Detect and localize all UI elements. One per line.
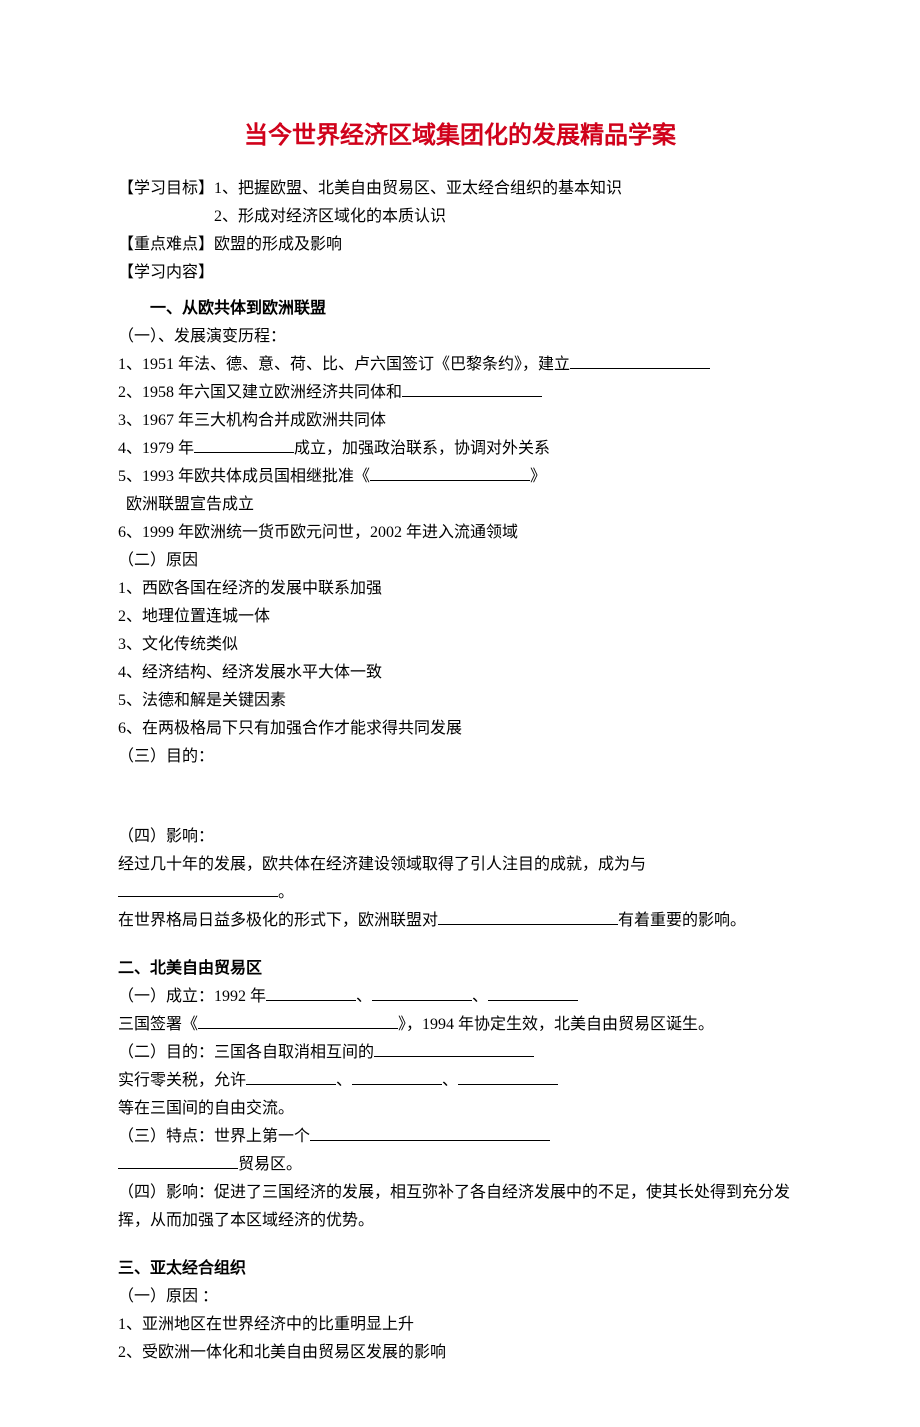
sec1-reason4: 4、经济结构、经济发展水平大体一致 — [118, 659, 802, 687]
sec1-reason1: 1、西欧各国在经济的发展中联系加强 — [118, 575, 802, 603]
section3-heading: 三、亚太经合组织 — [118, 1255, 802, 1283]
sec2-i2a: （二）目的：三国各自取消相互间的 — [118, 1044, 374, 1061]
sec2-item1-line1: （一）成立：1992 年 、 、 — [118, 983, 802, 1011]
sec1-effect-line2: 在世界格局日益多极化的形式下，欧洲联盟对 有着重要的影响。 — [118, 907, 802, 935]
objectives-line-1: 【学习目标】1、把握欧盟、北美自由贸易区、亚太经合组织的基本知识 — [118, 175, 802, 203]
blank-input[interactable] — [266, 984, 356, 1001]
objective-1: 1、把握欧盟、北美自由贸易区、亚太经合组织的基本知识 — [214, 180, 622, 197]
sec2-item2-line3: 等在三国间的自由交流。 — [118, 1095, 802, 1123]
sec2-item3-line1: （三）特点：世界上第一个 — [118, 1123, 802, 1151]
blank-input[interactable] — [488, 984, 578, 1001]
sec3-reason1: 1、亚洲地区在世界经济中的比重明显上升 — [118, 1311, 802, 1339]
section2-heading: 二、北美自由贸易区 — [118, 955, 802, 983]
sec1-sub1-label: （一）、发展演变历程： — [118, 323, 802, 351]
blank-input[interactable] — [246, 1068, 336, 1085]
blank-input[interactable] — [438, 908, 618, 925]
sec1-item4-text-b: 成立，加强政治联系，协调对外关系 — [294, 440, 550, 457]
sec1-item1: 1、1951 年法、德、意、荷、比、卢六国签订《巴黎条约》，建立 — [118, 351, 802, 379]
blank-input[interactable] — [118, 880, 278, 897]
sec2-i2b: 实行零关税，允许 — [118, 1072, 246, 1089]
sec1-reason5: 5、法德和解是关键因素 — [118, 687, 802, 715]
spacer — [118, 771, 802, 823]
blank-input[interactable] — [374, 1040, 534, 1057]
section1-heading: 一、从欧共体到欧洲联盟 — [118, 295, 802, 323]
sec2-item2-line1: （二）目的：三国各自取消相互间的 — [118, 1039, 802, 1067]
sec1-effect-line1: 经过几十年的发展，欧共体在经济建设领域取得了引人注目的成就，成为与。 — [118, 851, 802, 907]
spacer — [118, 935, 802, 947]
blank-input[interactable] — [402, 380, 542, 397]
sec1-item5-text-a: 5、1993 年欧共体成员国相继批准《 — [118, 468, 370, 485]
sec1-effect2-text-b: 有着重要的影响。 — [618, 912, 746, 929]
sec2-i3b: 贸易区。 — [238, 1156, 302, 1173]
blank-input[interactable] — [198, 1012, 398, 1029]
sec1-item2-text: 2、1958 年六国又建立欧洲经济共同体和 — [118, 384, 402, 401]
sec3-sub1-label: （一）原因 ： — [118, 1283, 802, 1311]
sec1-effect1-text-a: 经过几十年的发展，欧共体在经济建设领域取得了引人注目的成就，成为与 — [118, 856, 646, 873]
blank-input[interactable] — [458, 1068, 558, 1085]
sec2-item1-line2: 三国签署《 》，1994 年协定生效，北美自由贸易区诞生。 — [118, 1011, 802, 1039]
blank-input[interactable] — [194, 436, 294, 453]
sec1-reason2: 2、地理位置连城一体 — [118, 603, 802, 631]
document-page: 当今世界经济区域集团化的发展精品学案 【学习目标】1、把握欧盟、北美自由贸易区、… — [0, 0, 920, 1427]
sep: 、 — [442, 1072, 458, 1089]
sec1-item2: 2、1958 年六国又建立欧洲经济共同体和 — [118, 379, 802, 407]
sec1-reason3: 3、文化传统类似 — [118, 631, 802, 659]
focus-label: 【重点难点】 — [118, 236, 214, 253]
sec1-effect2-text-a: 在世界格局日益多极化的形式下，欧洲联盟对 — [118, 912, 438, 929]
blank-input[interactable] — [352, 1068, 442, 1085]
focus-text: 欧盟的形成及影响 — [214, 236, 342, 253]
blank-input[interactable] — [570, 352, 710, 369]
sec1-item6: 6、1999 年欧洲统一货币欧元问世，2002 年进入流通领域 — [118, 519, 802, 547]
sec2-i3a: （三）特点：世界上第一个 — [118, 1128, 310, 1145]
content-label: 【学习内容】 — [118, 259, 802, 287]
sec1-item5-text-c: 欧洲联盟宣告成立 — [126, 496, 254, 513]
focus-line: 【重点难点】欧盟的形成及影响 — [118, 231, 802, 259]
sec1-item3: 3、1967 年三大机构合并成欧洲共同体 — [118, 407, 802, 435]
sec1-reason6: 6、在两极格局下只有加强合作才能求得共同发展 — [118, 715, 802, 743]
sec2-i1c: 》，1994 年协定生效，北美自由贸易区诞生。 — [398, 1016, 714, 1033]
objective-2: 2、形成对经济区域化的本质认识 — [214, 208, 446, 225]
spacer — [118, 1235, 802, 1247]
blank-input[interactable] — [310, 1124, 550, 1141]
sec2-item3-line2: 贸易区。 — [118, 1151, 802, 1179]
sec1-item5-line2: 欧洲联盟宣告成立 — [118, 491, 802, 519]
sep: 、 — [336, 1072, 352, 1089]
sec1-item1-text: 1、1951 年法、德、意、荷、比、卢六国签订《巴黎条约》，建立 — [118, 356, 570, 373]
blank-input[interactable] — [370, 464, 530, 481]
document-title: 当今世界经济区域集团化的发展精品学案 — [118, 115, 802, 157]
sep: 、 — [472, 988, 488, 1005]
sec1-sub2-label: （二）原因 — [118, 547, 802, 575]
sec2-i1a: （一）成立：1992 年 — [118, 988, 266, 1005]
sec1-effect1-text-b: 。 — [278, 884, 294, 901]
sec1-item5-text-b: 》 — [530, 468, 546, 485]
blank-input[interactable] — [118, 1152, 238, 1169]
sep: 、 — [356, 988, 372, 1005]
sec3-reason2: 2、受欧洲一体化和北美自由贸易区发展的影响 — [118, 1339, 802, 1367]
sec2-item4: （四）影响：促进了三国经济的发展，相互弥补了各自经济发展中的不足，使其长处得到充… — [118, 1179, 802, 1235]
sec1-item5: 5、1993 年欧共体成员国相继批准《 》 — [118, 463, 802, 491]
blank-input[interactable] — [372, 984, 472, 1001]
sec1-item4: 4、1979 年 成立，加强政治联系，协调对外关系 — [118, 435, 802, 463]
sec2-i1b: 三国签署《 — [118, 1016, 198, 1033]
sec1-sub3-label: （三）目的： — [118, 743, 802, 771]
sec1-item4-text-a: 4、1979 年 — [118, 440, 194, 457]
sec2-item2-line2: 实行零关税，允许 、 、 — [118, 1067, 802, 1095]
sec1-sub4-label: （四）影响： — [118, 823, 802, 851]
objectives-line-2: 【学习目标】2、形成对经济区域化的本质认识 — [118, 203, 802, 231]
objectives-label: 【学习目标】 — [118, 180, 214, 197]
